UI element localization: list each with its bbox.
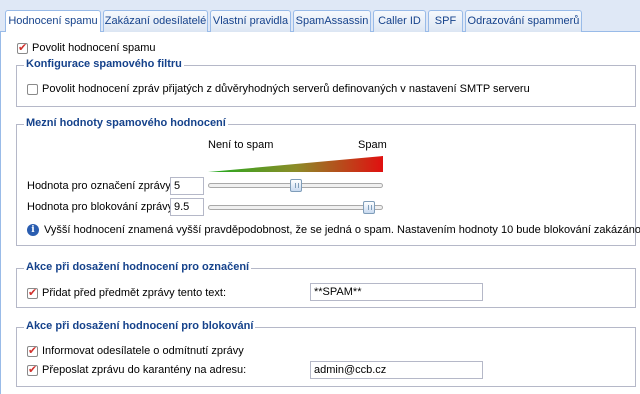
tab-blocked-senders[interactable]: Zakázaní odesílatelé <box>103 10 208 32</box>
mark-threshold-label: Hodnota pro označení zprávy: <box>27 180 174 192</box>
tab-custom-rules[interactable]: Vlastní pravidla <box>210 10 291 32</box>
block-threshold-slider-thumb[interactable] <box>362 201 375 214</box>
filter-config-legend: Konfigurace spamového filtru <box>24 58 184 70</box>
enable-spam-checkbox[interactable] <box>17 41 28 54</box>
subject-prefix-input[interactable]: **SPAM** <box>310 283 483 301</box>
subject-prefix-checkbox[interactable] <box>27 286 38 299</box>
notify-sender-label: Informovat odesílatele o odmítnutí zpráv… <box>42 345 244 357</box>
tab-caller-id[interactable]: Caller ID <box>373 10 426 32</box>
block-threshold-slider[interactable] <box>208 205 383 210</box>
tab-spamassassin[interactable]: SpamAssassin <box>293 10 371 32</box>
subject-prefix-label: Přidat před předmět zprávy tento text: <box>42 287 227 299</box>
block-action-legend: Akce při dosažení hodnocení pro blokován… <box>24 320 256 332</box>
spam-scale-gradient <box>208 156 383 172</box>
enable-spam-label: Povolit hodnocení spamu <box>32 42 156 54</box>
thresholds-legend: Mezní hodnoty spamového hodnocení <box>24 117 228 129</box>
info-text: Vyšší hodnocení znamená vyšší pravděpodo… <box>44 224 640 236</box>
mark-threshold-input[interactable]: 5 <box>170 177 204 195</box>
tab-spf[interactable]: SPF <box>428 10 463 32</box>
forward-quarantine-label: Přeposlat zprávu do karantény na adresu: <box>42 364 247 376</box>
trusted-servers-checkbox[interactable] <box>27 84 38 95</box>
tab-spammer-deterrence[interactable]: Odrazování spammerů <box>465 10 582 32</box>
tab-spam-rating[interactable]: Hodnocení spamu <box>5 10 101 33</box>
trusted-servers-label: Povolit hodnocení zpráv přijatých z důvě… <box>42 83 530 95</box>
block-threshold-input[interactable]: 9.5 <box>170 198 204 216</box>
tab-bar: Hodnocení spamu Zakázaní odesílatelé Vla… <box>0 0 640 33</box>
scale-not-spam-label: Není to spam <box>208 139 274 151</box>
info-icon: i <box>27 224 39 236</box>
notify-sender-checkbox[interactable] <box>27 344 38 357</box>
forward-quarantine-checkbox[interactable] <box>27 363 38 376</box>
scale-spam-label: Spam <box>358 139 387 151</box>
quarantine-address-input[interactable]: admin@ccb.cz <box>310 361 483 379</box>
block-threshold-label: Hodnota pro blokování zprávy: <box>27 201 177 213</box>
mark-action-legend: Akce při dosažení hodnocení pro označení <box>24 261 252 273</box>
mark-threshold-slider-thumb[interactable] <box>289 179 302 192</box>
